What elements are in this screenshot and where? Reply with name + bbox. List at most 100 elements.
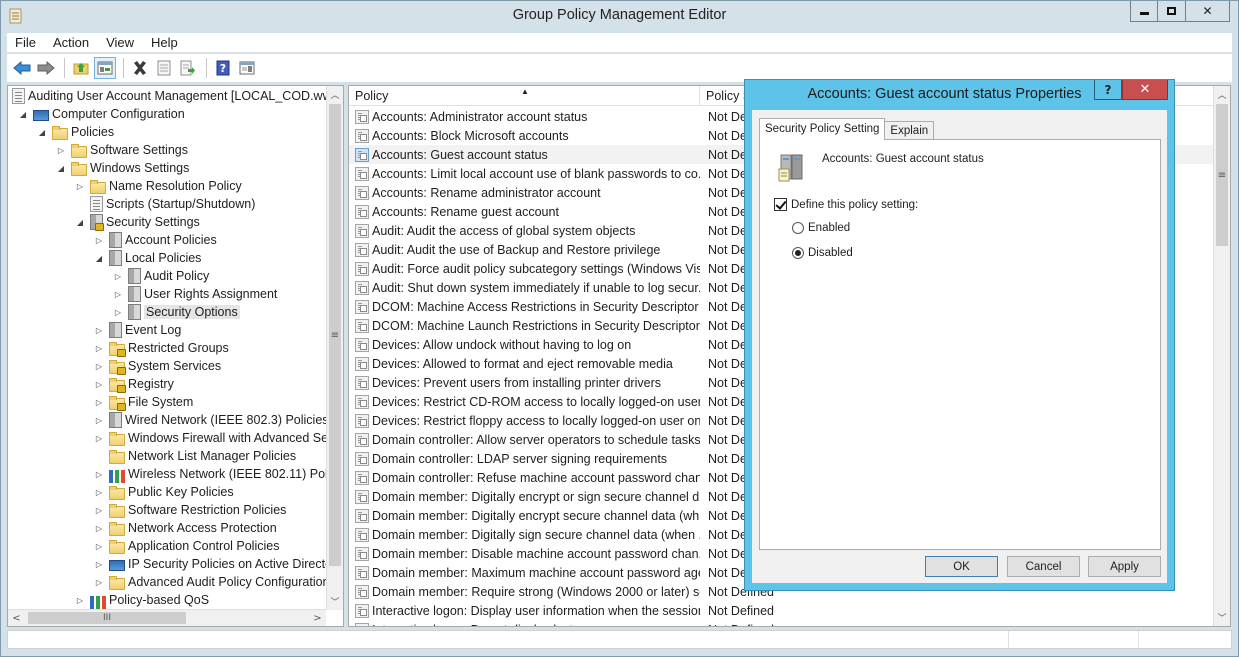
- cancel-button[interactable]: Cancel: [1007, 556, 1080, 577]
- minimize-button[interactable]: [1130, 1, 1158, 22]
- expand-icon[interactable]: ▷: [75, 596, 85, 605]
- tree-item[interactable]: Network List Manager Policies: [94, 447, 296, 465]
- tree-hscroll-thumb[interactable]: III: [28, 612, 186, 624]
- expand-icon[interactable]: ▷: [94, 578, 104, 587]
- tree-item[interactable]: ▷ Policy-based QoS: [75, 591, 209, 609]
- tab-security-policy-setting[interactable]: Security Policy Setting: [759, 118, 886, 140]
- tree-item[interactable]: ▷ Wired Network (IEEE 802.3) Policies: [94, 411, 329, 429]
- dialog-help-button[interactable]: ?: [1094, 80, 1122, 100]
- scroll-up-icon[interactable]: ︿: [327, 86, 343, 103]
- scroll-down-icon[interactable]: ﹀: [327, 593, 343, 610]
- collapse-icon[interactable]: ◢: [56, 164, 66, 173]
- close-button[interactable]: ✕: [1186, 1, 1230, 22]
- expand-icon[interactable]: ▷: [113, 308, 123, 317]
- scroll-left-icon[interactable]: <: [8, 610, 25, 626]
- up-one-level-button[interactable]: [70, 57, 92, 79]
- tree-item[interactable]: ▷ File System: [94, 393, 193, 411]
- expand-icon[interactable]: ▷: [94, 416, 104, 425]
- policy-row[interactable]: Interactive logon: Display user informat…: [349, 601, 1213, 620]
- tree-item[interactable]: ◢ Local Policies: [94, 249, 201, 267]
- expand-icon[interactable]: ▷: [94, 470, 104, 479]
- forward-button[interactable]: [35, 57, 57, 79]
- policy-row[interactable]: Interactive logon: Do not display last u…: [349, 620, 1213, 626]
- expand-icon[interactable]: ▷: [94, 542, 104, 551]
- help-button[interactable]: ?: [212, 57, 234, 79]
- tree-item[interactable]: ▷ System Services: [94, 357, 221, 375]
- expand-icon[interactable]: ▷: [113, 290, 123, 299]
- tree-item[interactable]: ▷ Security Options: [113, 303, 240, 321]
- menu-action[interactable]: Action: [53, 35, 89, 50]
- tree-item[interactable]: ▷ Software Restriction Policies: [94, 501, 286, 519]
- radio-enabled[interactable]: Enabled: [792, 222, 850, 234]
- expand-icon[interactable]: ▷: [94, 362, 104, 371]
- menu-view[interactable]: View: [106, 35, 134, 50]
- export-list-icon: [180, 60, 195, 76]
- tree-item[interactable]: ▷ Registry: [94, 375, 174, 393]
- expand-icon[interactable]: ▷: [94, 560, 104, 569]
- expand-icon[interactable]: ▷: [94, 524, 104, 533]
- tree-item[interactable]: ◢ Policies: [37, 123, 114, 141]
- apply-button[interactable]: Apply: [1088, 556, 1161, 577]
- tree-item[interactable]: ▷ Restricted Groups: [94, 339, 229, 357]
- expand-icon[interactable]: ▷: [94, 326, 104, 335]
- maximize-button[interactable]: [1158, 1, 1186, 22]
- expand-icon[interactable]: ▷: [113, 272, 123, 281]
- export-list-button[interactable]: [177, 57, 199, 79]
- tree-item[interactable]: ▷ Account Policies: [94, 231, 217, 249]
- collapse-icon[interactable]: ◢: [18, 110, 28, 119]
- collapse-icon[interactable]: ◢: [94, 254, 104, 263]
- tree-item[interactable]: ◢ Security Settings: [75, 213, 200, 231]
- tree-item[interactable]: ▷ Network Access Protection: [94, 519, 277, 537]
- list-scroll-thumb[interactable]: ≡: [1216, 104, 1228, 246]
- show-hide-console-tree-button[interactable]: [94, 57, 116, 79]
- expand-icon[interactable]: ▷: [56, 146, 66, 155]
- scroll-down-icon[interactable]: ﹀: [1214, 609, 1230, 626]
- tree-item[interactable]: ▷ Name Resolution Policy: [75, 177, 242, 195]
- show-hide-action-pane-button[interactable]: [236, 57, 258, 79]
- expand-icon[interactable]: ▷: [94, 488, 104, 497]
- tab-explain[interactable]: Explain: [884, 121, 935, 140]
- policy-icon: [355, 508, 369, 523]
- tree-item[interactable]: ▷ Audit Policy: [113, 267, 209, 285]
- tree-item[interactable]: ▷ Windows Firewall with Advanced Secu: [94, 429, 341, 447]
- tree-item[interactable]: ▷ User Rights Assignment: [113, 285, 277, 303]
- collapse-icon[interactable]: ◢: [37, 128, 47, 137]
- expand-icon[interactable]: ▷: [75, 182, 85, 191]
- policy-name-cell: Audit: Force audit policy subcategory se…: [372, 261, 700, 276]
- menu-help[interactable]: Help: [151, 35, 178, 50]
- tree-item-label: Windows Settings: [90, 161, 190, 175]
- dialog-close-button[interactable]: ✕: [1122, 80, 1168, 100]
- list-vertical-scrollbar[interactable]: ︿ ≡ ﹀: [1213, 86, 1230, 626]
- tree-item[interactable]: ▷ IP Security Policies on Active Director…: [94, 555, 343, 573]
- tree-item[interactable]: ◢ Computer Configuration: [18, 105, 185, 123]
- properties-button[interactable]: [153, 57, 175, 79]
- menu-file[interactable]: File: [15, 35, 36, 50]
- tree-item[interactable]: ▷ Event Log: [94, 321, 181, 339]
- tree-item[interactable]: Auditing User Account Management [LOCAL_…: [12, 87, 332, 105]
- collapse-icon[interactable]: ◢: [75, 218, 85, 227]
- expand-icon[interactable]: ▷: [94, 506, 104, 515]
- scroll-up-icon[interactable]: ︿: [1214, 86, 1230, 103]
- back-button[interactable]: [11, 57, 33, 79]
- tree-horizontal-scrollbar[interactable]: < III >: [8, 609, 326, 626]
- tree-vertical-scrollbar[interactable]: ︿ ≡ ﹀: [326, 86, 343, 610]
- define-policy-checkbox[interactable]: Define this policy setting:: [774, 198, 918, 211]
- tree-item[interactable]: ▷ Software Settings: [56, 141, 188, 159]
- tree-item[interactable]: ▷ Advanced Audit Policy Configuration: [94, 573, 330, 591]
- expand-icon[interactable]: ▷: [94, 398, 104, 407]
- tree-item[interactable]: ▷ Application Control Policies: [94, 537, 279, 555]
- scroll-right-icon[interactable]: >: [309, 610, 326, 626]
- tree-item[interactable]: ◢ Windows Settings: [56, 159, 189, 177]
- expand-icon[interactable]: ▷: [94, 344, 104, 353]
- tree-scroll-thumb[interactable]: ≡: [329, 104, 341, 566]
- radio-disabled[interactable]: Disabled: [792, 247, 853, 259]
- column-header-policy[interactable]: Policy ▲: [349, 86, 700, 106]
- ok-button[interactable]: OK: [925, 556, 998, 577]
- tree-item[interactable]: ▷ Public Key Policies: [94, 483, 234, 501]
- tree-item[interactable]: ▷ Wireless Network (IEEE 802.11) Policies: [94, 465, 343, 483]
- tree-item[interactable]: Scripts (Startup/Shutdown): [75, 195, 255, 213]
- expand-icon[interactable]: ▷: [94, 236, 104, 245]
- expand-icon[interactable]: ▷: [94, 434, 104, 443]
- delete-button[interactable]: [129, 57, 151, 79]
- expand-icon[interactable]: ▷: [94, 380, 104, 389]
